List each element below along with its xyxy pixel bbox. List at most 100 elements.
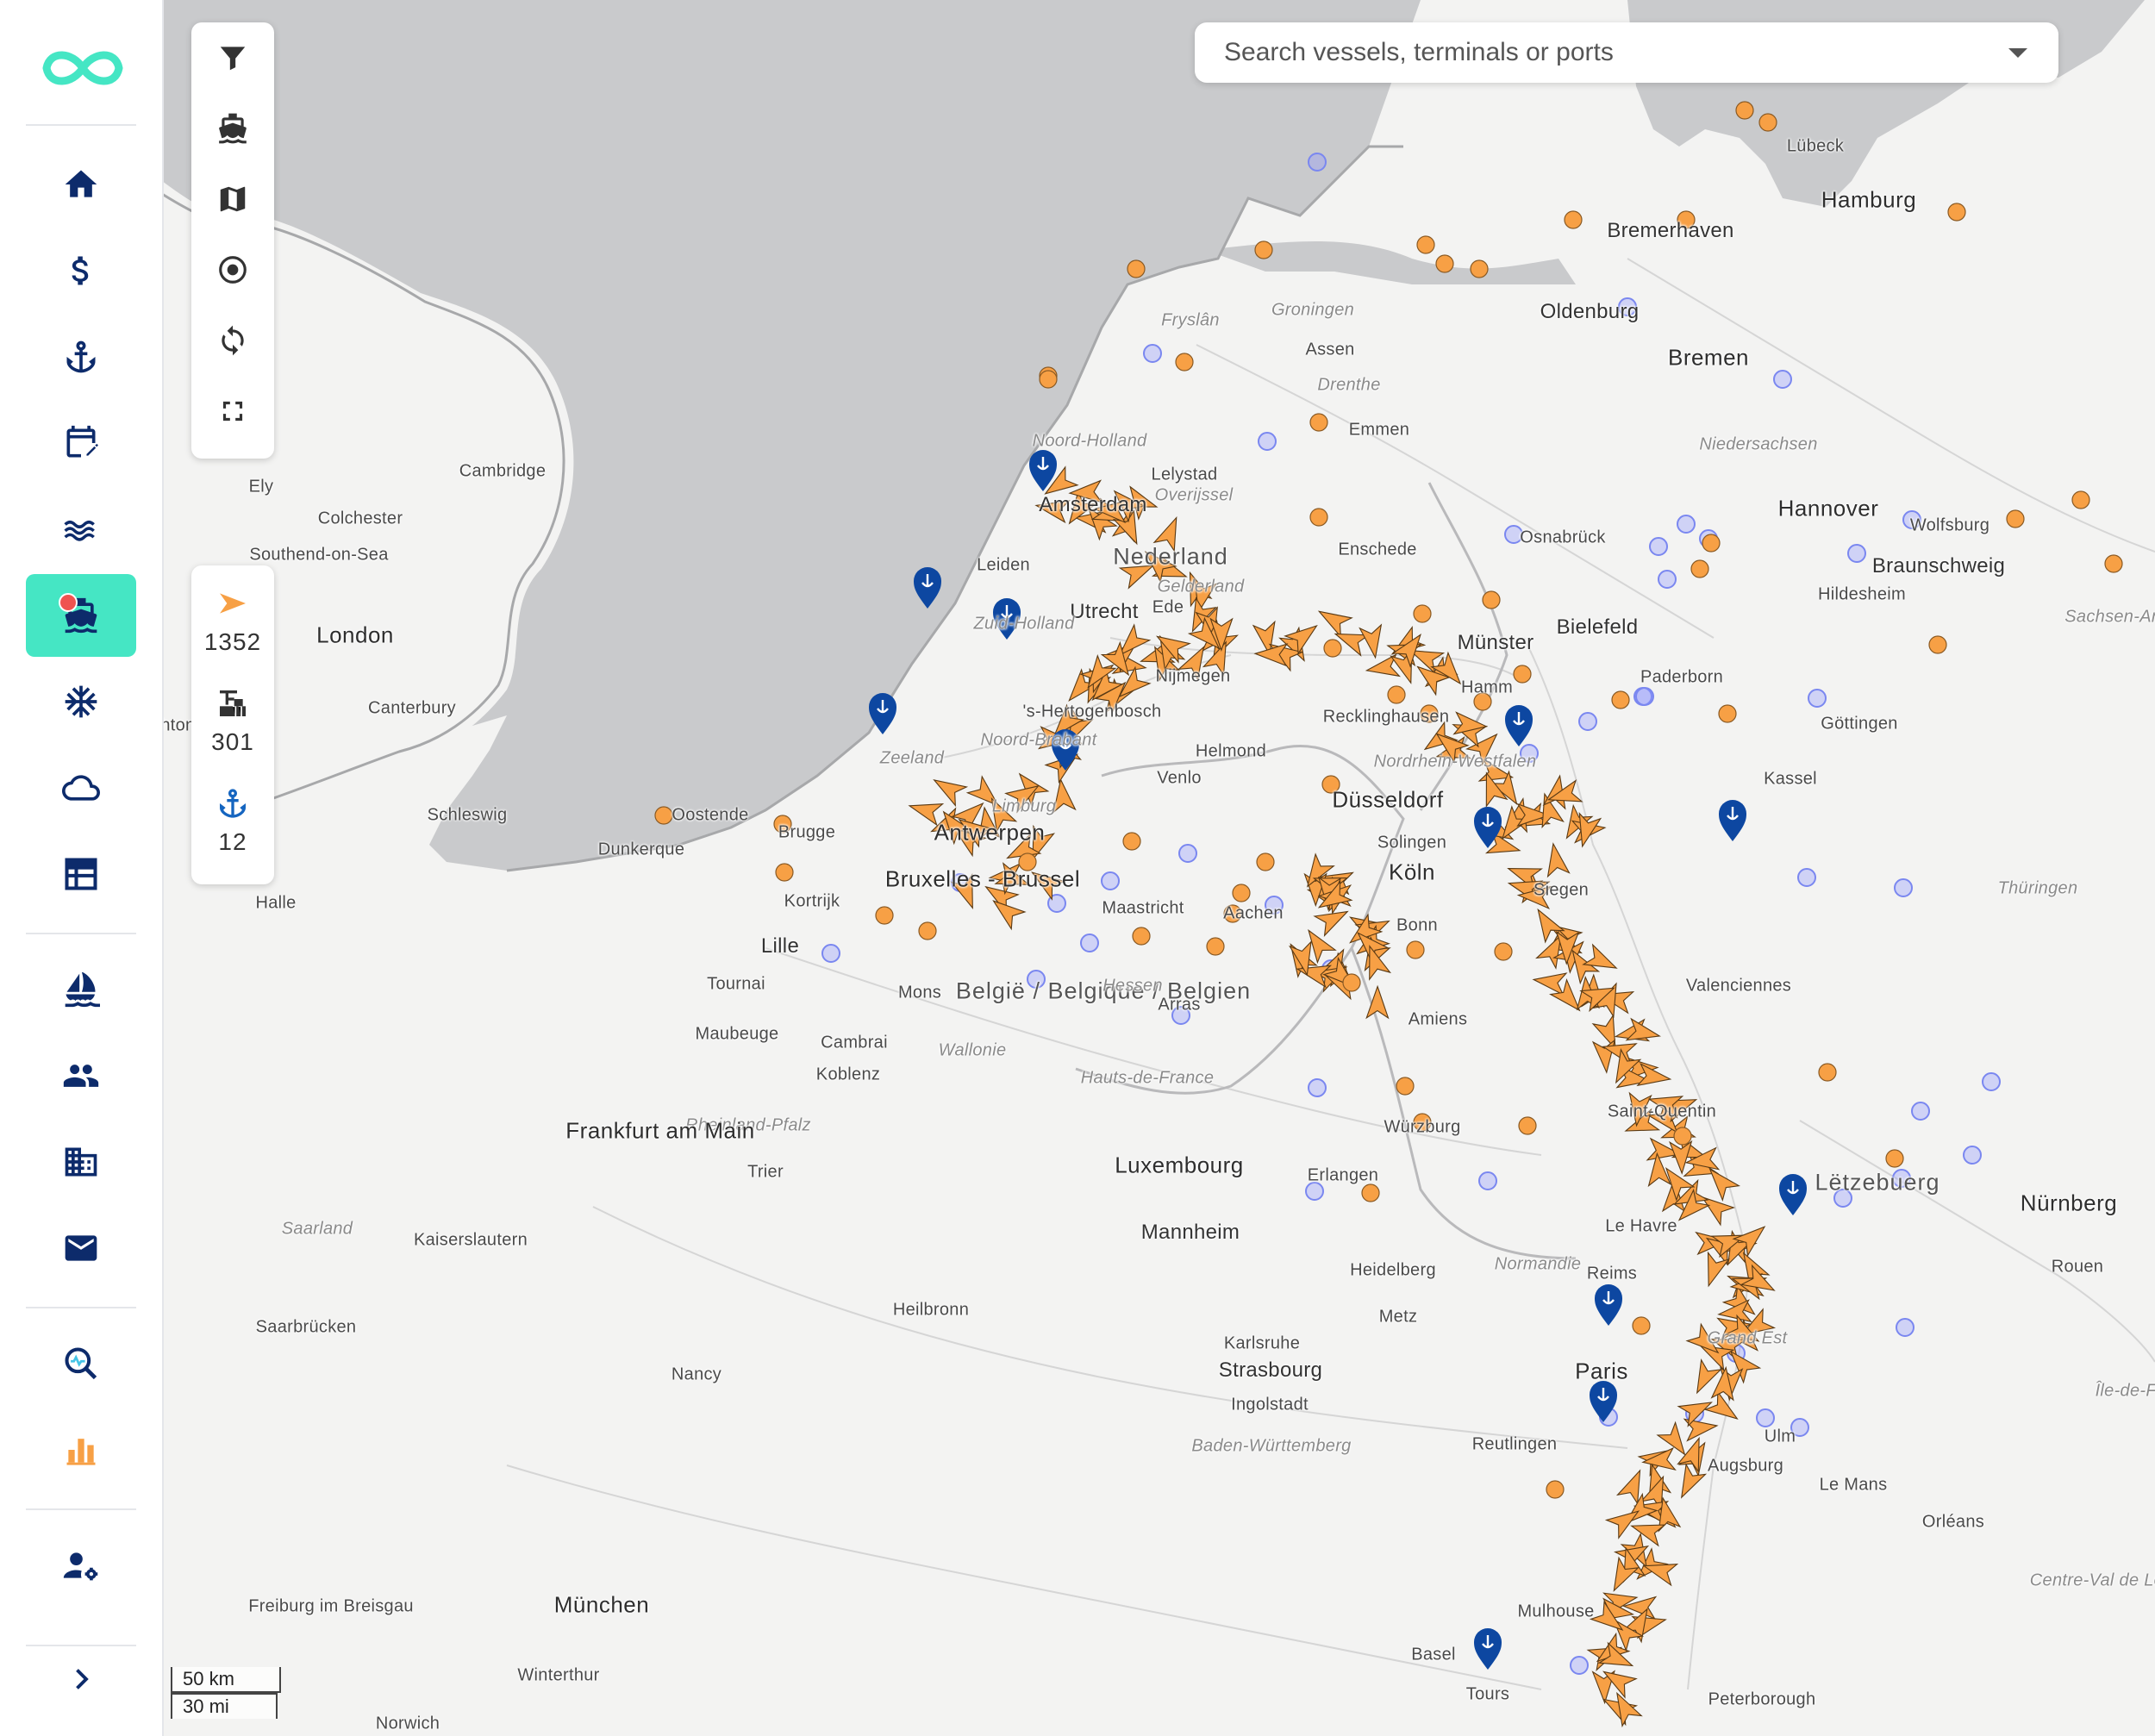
sidebar-item-water-levels[interactable] — [26, 488, 136, 571]
moored-vessel-marker[interactable] — [1323, 639, 1342, 658]
sidebar-item-account-settings[interactable] — [26, 1524, 136, 1607]
sidebar-item-contacts[interactable] — [26, 1034, 136, 1117]
moored-vessel-marker[interactable] — [2006, 509, 2025, 528]
search-input[interactable] — [1222, 37, 1984, 68]
moored-vessel-marker[interactable] — [1885, 1149, 1904, 1168]
moored-vessel-marker[interactable] — [1387, 685, 1406, 704]
filter-button[interactable] — [191, 22, 274, 93]
vessel-count[interactable]: 1352 — [191, 586, 274, 656]
terminal-count[interactable]: 301 — [191, 686, 274, 756]
moored-vessel-marker[interactable] — [1735, 101, 1754, 120]
moored-vessel-marker[interactable] — [1406, 940, 1425, 959]
moored-vessel-marker[interactable] — [1232, 884, 1251, 902]
moored-vessel-marker[interactable] — [1470, 259, 1489, 278]
terminal-marker[interactable] — [1894, 878, 1913, 897]
moored-vessel-marker[interactable] — [1127, 259, 1146, 278]
moored-vessel-marker[interactable] — [1611, 690, 1630, 709]
terminal-marker[interactable] — [1101, 871, 1120, 890]
terminal-marker[interactable] — [1649, 537, 1668, 556]
moored-vessel-marker[interactable] — [1702, 534, 1721, 553]
moored-vessel-marker[interactable] — [1947, 203, 1966, 222]
moored-vessel-marker[interactable] — [1309, 508, 1328, 527]
moored-vessel-marker[interactable] — [1435, 254, 1454, 273]
moored-vessel-marker[interactable] — [1309, 413, 1328, 432]
moored-vessel-marker[interactable] — [1546, 1480, 1565, 1499]
moored-vessel-marker[interactable] — [1396, 1077, 1415, 1096]
sidebar-item-analysis[interactable] — [26, 1322, 136, 1405]
terminal-marker[interactable] — [1570, 1656, 1589, 1675]
sidebar-collapse-button[interactable] — [26, 1645, 136, 1714]
moored-vessel-marker[interactable] — [1175, 353, 1194, 372]
terminal-marker[interactable] — [1896, 1318, 1915, 1337]
map-layer-button[interactable] — [191, 164, 274, 234]
moored-vessel-marker[interactable] — [1758, 113, 1777, 132]
moored-vessel-marker[interactable] — [1132, 927, 1151, 946]
sidebar-item-companies[interactable] — [26, 1121, 136, 1203]
search-bar[interactable] — [1195, 22, 2058, 83]
moored-vessel-marker[interactable] — [1039, 370, 1058, 389]
sidebar-item-messages[interactable] — [26, 1207, 136, 1290]
terminal-marker[interactable] — [1258, 432, 1277, 451]
locate-button[interactable] — [191, 234, 274, 305]
sidebar-item-timetable[interactable] — [26, 833, 136, 915]
map-canvas[interactable]: Hamburg Bremen Bremerhaven Lübeck Oldenburg G… — [162, 0, 2155, 1736]
moored-vessel-marker[interactable] — [1718, 704, 1737, 723]
fullscreen-button[interactable] — [191, 376, 274, 446]
terminal-marker[interactable] — [1756, 1408, 1775, 1427]
moored-vessel-marker[interactable] — [1818, 1063, 1837, 1082]
terminal-marker[interactable] — [1578, 712, 1597, 731]
moored-vessel-marker[interactable] — [875, 906, 894, 925]
moored-vessel-marker[interactable] — [775, 863, 794, 882]
refresh-button[interactable] — [191, 305, 274, 376]
vessel-layer-button[interactable] — [191, 93, 274, 164]
moored-vessel-marker[interactable] — [654, 806, 673, 825]
terminal-marker[interactable] — [1478, 1171, 1497, 1190]
terminal-marker[interactable] — [1808, 689, 1827, 708]
moored-vessel-marker[interactable] — [1254, 240, 1273, 259]
terminal-marker[interactable] — [1308, 153, 1327, 172]
moored-vessel-marker[interactable] — [2104, 554, 2123, 573]
moored-vessel-marker[interactable] — [2071, 490, 2090, 509]
moored-vessel-marker[interactable] — [1482, 590, 1501, 609]
moored-vessel-marker[interactable] — [1361, 1183, 1380, 1202]
terminal-marker[interactable] — [1911, 1102, 1930, 1121]
sidebar-item-finance[interactable] — [26, 229, 136, 312]
moored-vessel-marker[interactable] — [1513, 665, 1532, 684]
sidebar-item-reports[interactable] — [26, 1408, 136, 1491]
chevron-down-icon[interactable] — [2008, 48, 2027, 58]
moored-vessel-marker[interactable] — [1122, 832, 1141, 851]
terminal-marker[interactable] — [1797, 868, 1816, 887]
terminal-marker[interactable] — [1178, 844, 1197, 863]
terminal-marker[interactable] — [1308, 1078, 1327, 1097]
terminal-marker[interactable] — [1658, 570, 1677, 589]
sidebar-item-fleet[interactable] — [26, 948, 136, 1031]
moored-vessel-marker[interactable] — [1632, 1316, 1651, 1335]
sidebar-item-planning[interactable] — [26, 402, 136, 484]
moored-vessel-marker[interactable] — [918, 921, 937, 940]
terminal-marker[interactable] — [1635, 687, 1654, 706]
moored-vessel-marker[interactable] — [1413, 604, 1432, 623]
port-count[interactable]: 12 — [191, 786, 274, 856]
moored-vessel-marker[interactable] — [1256, 852, 1275, 871]
terminal-marker[interactable] — [1773, 370, 1792, 389]
terminal-marker[interactable] — [1143, 344, 1162, 363]
terminal-marker[interactable] — [1847, 544, 1866, 563]
sidebar-item-vessels[interactable] — [26, 574, 136, 657]
terminal-marker[interactable] — [1080, 934, 1099, 952]
moored-vessel-marker[interactable] — [1416, 235, 1435, 254]
sidebar-item-weather[interactable] — [26, 746, 136, 829]
terminal-marker[interactable] — [1677, 515, 1696, 534]
sidebar-item-ports[interactable] — [26, 315, 136, 398]
terminal-marker[interactable] — [1963, 1146, 1982, 1165]
sidebar-item-home[interactable] — [26, 143, 136, 226]
moored-vessel-marker[interactable] — [1494, 942, 1513, 961]
moored-vessel-marker[interactable] — [1342, 973, 1361, 992]
moored-vessel-marker[interactable] — [1518, 1116, 1537, 1135]
moored-vessel-marker[interactable] — [1564, 210, 1583, 229]
moored-vessel-marker[interactable] — [1928, 635, 1947, 654]
terminal-marker[interactable] — [821, 944, 840, 963]
terminal-marker[interactable] — [1982, 1072, 2001, 1091]
sidebar-item-ice[interactable] — [26, 660, 136, 743]
moored-vessel-marker[interactable] — [1673, 1127, 1692, 1146]
moored-vessel-marker[interactable] — [1206, 937, 1225, 956]
